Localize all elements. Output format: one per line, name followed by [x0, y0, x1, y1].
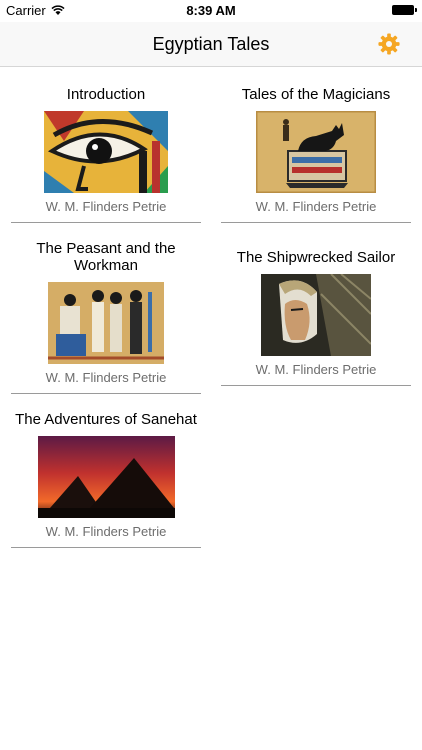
book-author: W. M. Flinders Petrie	[45, 370, 167, 385]
book-author: W. M. Flinders Petrie	[45, 524, 167, 539]
book-cell-tales-of-the-magicians[interactable]: Tales of the Magicians W. M. Flinders Pe…	[221, 86, 411, 223]
egyptian-figures-image	[48, 282, 164, 364]
battery-icon	[392, 5, 417, 15]
book-cell-the-shipwrecked-sailor[interactable]: The Shipwrecked Sailor W. M. Flinders Pe…	[221, 249, 411, 386]
book-cell-introduction[interactable]: Introduction W. M. Flinders Petrie	[11, 86, 201, 223]
book-cell-the-peasant-and-the-workman[interactable]: The Peasant and the Workman W. M. Flinde…	[11, 240, 201, 394]
book-title: The Adventures of Sanehat	[15, 411, 197, 428]
anubis-papyrus-image	[256, 111, 376, 193]
status-time: 8:39 AM	[186, 3, 236, 18]
pyramids-sunset-image	[37, 436, 175, 518]
book-author: W. M. Flinders Petrie	[255, 362, 377, 377]
book-title: The Shipwrecked Sailor	[236, 249, 396, 266]
pharaoh-profile-image	[261, 274, 371, 356]
book-title: Tales of the Magicians	[241, 86, 391, 103]
divider	[11, 547, 201, 548]
divider	[11, 393, 201, 394]
divider	[11, 222, 201, 223]
divider	[221, 222, 411, 223]
status-bar: Carrier 8:39 AM	[0, 0, 422, 22]
page-title: Egyptian Tales	[152, 34, 270, 54]
divider	[221, 385, 411, 386]
gear-icon[interactable]	[378, 33, 400, 55]
book-title: The Peasant and the Workman	[36, 240, 176, 274]
book-author: W. M. Flinders Petrie	[255, 199, 377, 214]
eye-of-horus-image	[44, 111, 168, 193]
navigation-bar: Egyptian Tales	[0, 22, 422, 67]
book-title: Introduction	[66, 86, 146, 103]
book-author: W. M. Flinders Petrie	[45, 199, 167, 214]
book-cell-the-adventures-of-sanehat[interactable]: The Adventures of Sanehat W. M. Flinders…	[11, 411, 201, 548]
